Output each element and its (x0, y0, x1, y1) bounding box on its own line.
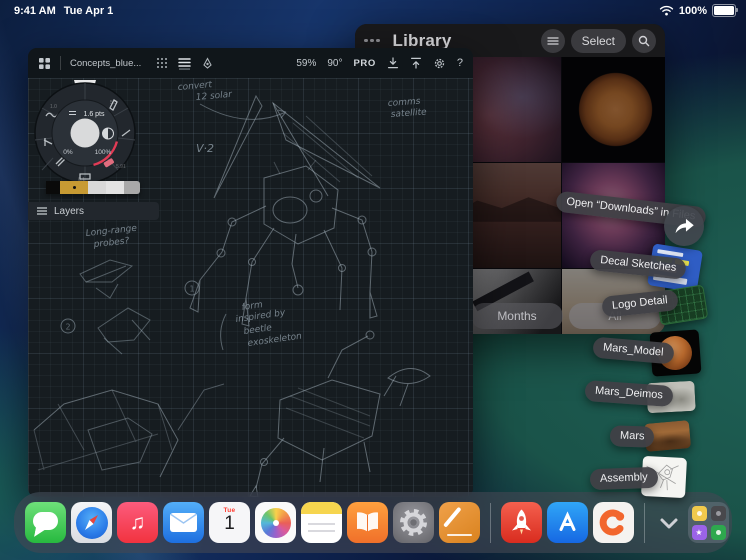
annotation-marker: 1 (189, 285, 194, 294)
date: Tue Apr 1 (63, 5, 114, 17)
window-options-icon[interactable] (364, 38, 380, 43)
dock-app-library[interactable]: ★ (688, 502, 729, 543)
annotation: comms (388, 97, 422, 109)
annotation: V·2 (196, 142, 214, 155)
battery-percent: 100% (678, 4, 707, 17)
notes-band-icon (301, 502, 342, 514)
pen-nib-icon[interactable] (201, 56, 214, 70)
concepts-toolbar: Concepts_blue... 59% 90° PRO ? (28, 48, 473, 78)
wheel-center-button[interactable] (70, 118, 100, 148)
dock-app-app-store[interactable] (547, 502, 588, 543)
dock-app-concepts[interactable] (593, 502, 634, 543)
mini-app-icon (710, 505, 726, 521)
dock-divider (490, 502, 491, 543)
dock-app-rocket[interactable] (501, 502, 542, 543)
share-forward-button[interactable] (664, 206, 704, 246)
dock-app-photos[interactable] (255, 502, 296, 543)
annotation: Long-range (85, 224, 138, 239)
ring-value: 5.91 (116, 164, 126, 170)
select-button[interactable]: Select (570, 28, 626, 53)
pro-badge[interactable]: PRO (353, 58, 375, 69)
dock-app-settings[interactable] (393, 502, 434, 543)
rotation-value[interactable]: 90° (327, 58, 342, 69)
tool-wheel[interactable]: 1.6 1.0 5.5 5.91 6.1 (30, 78, 140, 188)
stroke-size-label: 1.6 pts (83, 111, 105, 118)
annotation: satellite (391, 107, 428, 120)
gear-icon (400, 509, 427, 536)
tab-months[interactable]: Months (471, 303, 563, 329)
zoom-level[interactable]: 59% (296, 58, 316, 69)
dock-collapse-button[interactable] (655, 502, 683, 543)
forward-arrow-icon (675, 218, 694, 234)
layers-button[interactable]: Layers (28, 202, 159, 220)
import-icon[interactable] (387, 57, 399, 69)
mini-app-icon (691, 505, 707, 521)
swatch-gray[interactable] (124, 181, 140, 194)
swatch-gold-selected[interactable] (60, 181, 88, 194)
drag-item-label[interactable]: Assembly (589, 466, 659, 491)
dock-app-music[interactable]: ♫ (117, 502, 158, 543)
drag-item-label[interactable]: Mars (609, 425, 655, 448)
opacity-min-label: 0% (63, 149, 73, 156)
opacity-max-label: 100% (95, 149, 112, 156)
swatch-black[interactable] (46, 181, 60, 194)
dock-app-concepts-pen[interactable] (439, 502, 480, 543)
swatch-white[interactable] (106, 181, 124, 194)
dock: ♫ Tue 1 ★ (14, 492, 732, 553)
dock-app-books[interactable] (347, 502, 388, 543)
app-store-a-icon (559, 511, 576, 531)
ring-value: 5.5 (110, 100, 117, 106)
status-bar: 9:41 AM Tue Apr 1 100% (0, 0, 746, 24)
dock-app-calendar[interactable]: Tue 1 (209, 502, 250, 543)
concepts-c-icon (599, 509, 625, 536)
rocket-icon (512, 509, 531, 535)
dock-app-mail[interactable] (163, 502, 204, 543)
view-options-button[interactable] (540, 28, 565, 53)
mini-app-icon (710, 524, 726, 540)
app-grid-icon[interactable] (38, 57, 51, 70)
layers-label: Layers (54, 205, 85, 217)
ipad-screen: Library Select Months Concepts_blue... 5… (0, 0, 746, 560)
list-lines-icon (546, 36, 559, 45)
hamburger-icon (37, 207, 47, 215)
clock: 9:41 AM (14, 5, 56, 17)
document-title[interactable]: Concepts_blue... (70, 58, 141, 69)
dots-grid-icon[interactable] (156, 57, 168, 69)
music-note-icon: ♫ (129, 510, 146, 534)
battery-icon (712, 4, 738, 17)
concepts-window: Concepts_blue... 59% 90° PRO ? convert 1… (28, 48, 473, 497)
search-button[interactable] (632, 28, 656, 53)
chevron-down-icon (660, 518, 678, 528)
dock-app-notes[interactable] (301, 502, 342, 543)
annotation: 12 solar (195, 90, 233, 103)
ring-value: 1.0 (50, 104, 57, 110)
help-button[interactable]: ? (457, 57, 463, 69)
search-icon (638, 35, 650, 46)
dock-app-safari[interactable] (71, 502, 112, 543)
annotation: probes? (92, 236, 130, 250)
mini-app-icon: ★ (691, 524, 707, 540)
dock-divider (644, 502, 645, 543)
color-swatch-strip (46, 181, 140, 194)
layers-stack-icon[interactable] (177, 56, 192, 70)
settings-gear-icon[interactable] (433, 57, 446, 70)
export-icon[interactable] (410, 57, 422, 69)
open-book-icon (357, 512, 378, 532)
swatch-light-gray[interactable] (88, 181, 106, 194)
pen-icon (442, 506, 462, 528)
wifi-icon (659, 5, 674, 16)
dock-app-messages[interactable] (25, 502, 66, 543)
annotation-marker: 2 (65, 323, 70, 332)
calendar-day: 1 (224, 513, 235, 534)
